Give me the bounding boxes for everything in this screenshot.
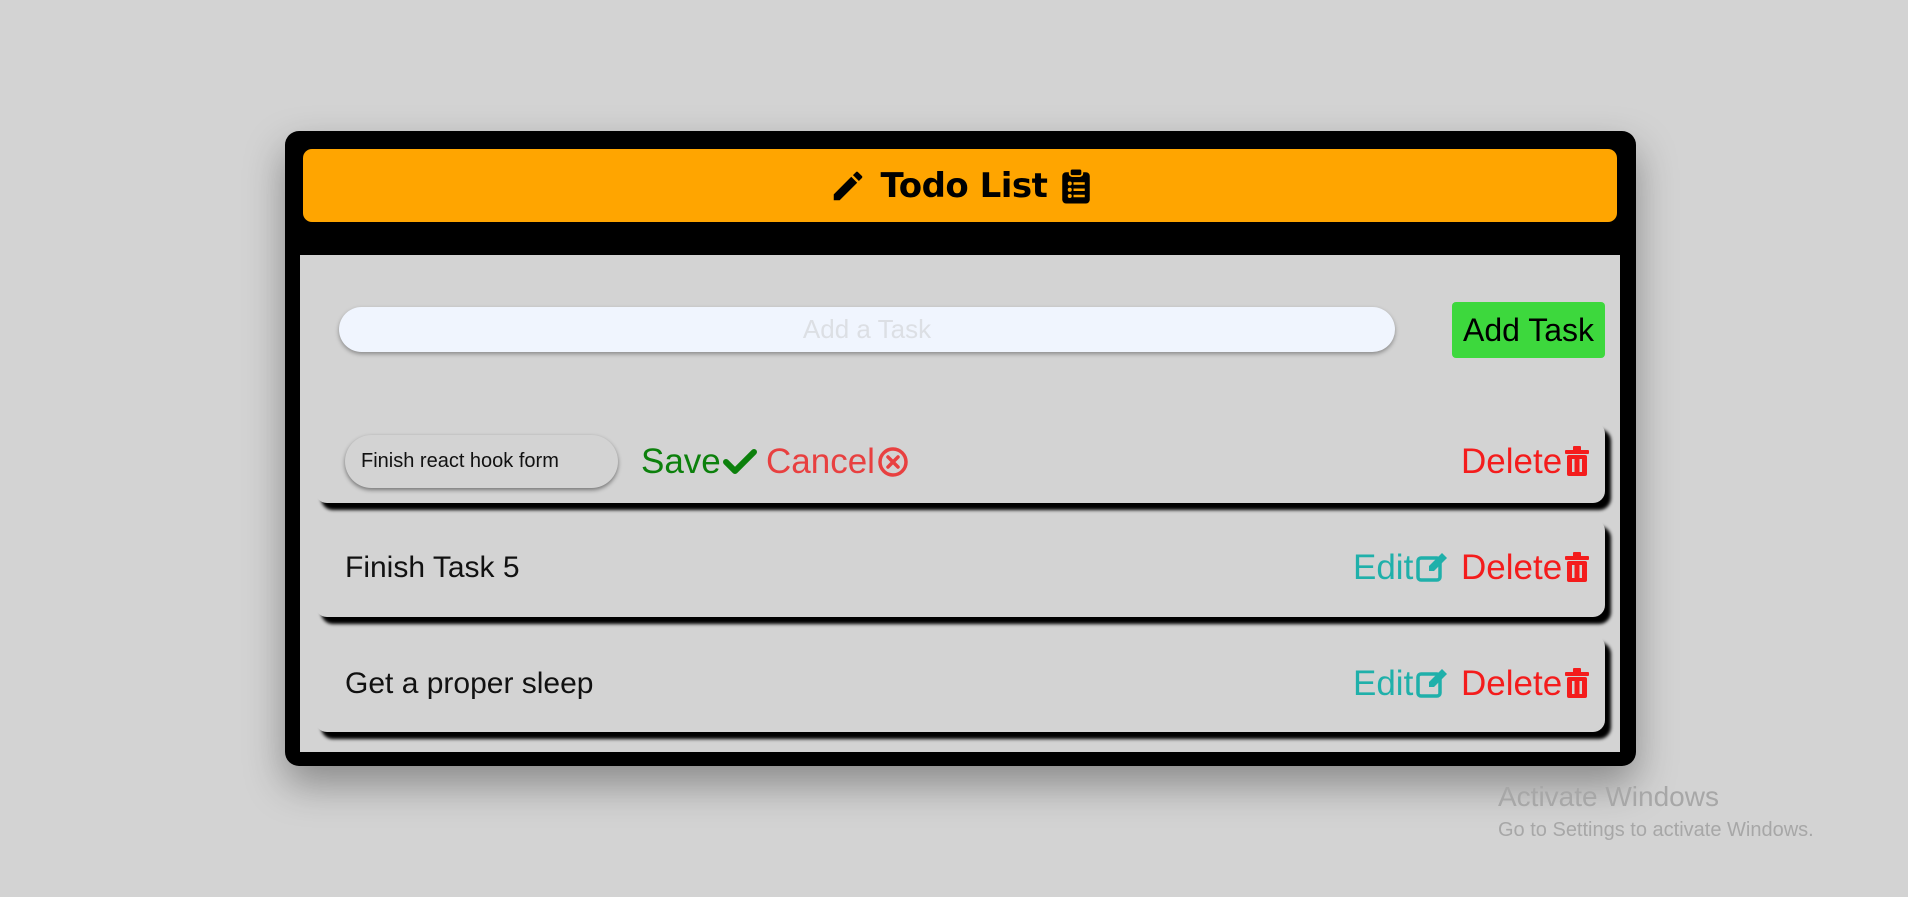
windows-activation-watermark: Activate Windows Go to Settings to activ… [1498, 781, 1814, 842]
check-icon [722, 447, 757, 477]
edit-square-icon [1415, 667, 1449, 701]
trash-icon [1564, 668, 1590, 700]
watermark-subtitle: Go to Settings to activate Windows. [1498, 819, 1814, 841]
add-task-input[interactable] [339, 307, 1395, 352]
edit-label: Edit [1353, 548, 1414, 587]
save-button[interactable]: Save [641, 442, 757, 482]
task-text: Finish Task 5 [345, 551, 520, 584]
trash-icon [1564, 446, 1590, 478]
cancel-label: Cancel [766, 442, 875, 481]
delete-label: Delete [1461, 548, 1563, 587]
delete-label: Delete [1461, 664, 1563, 703]
edit-task-input[interactable] [345, 435, 618, 488]
circle-x-icon [877, 446, 909, 478]
delete-label: Delete [1461, 442, 1563, 481]
delete-button[interactable]: Delete [1461, 442, 1590, 482]
cancel-button[interactable]: Cancel [766, 442, 909, 482]
edit-button[interactable]: Edit [1353, 548, 1449, 588]
add-task-button[interactable]: Add Task [1452, 302, 1605, 358]
app-header: Todo List [303, 149, 1617, 222]
delete-button[interactable]: Delete [1461, 664, 1590, 704]
task-row: Get a proper sleep Edit Delete [315, 635, 1605, 732]
pencil-icon [829, 167, 867, 205]
task-panel: Add Task Save Cancel Delete [300, 255, 1620, 752]
task-row: Finish Task 5 Edit Delete [315, 519, 1605, 617]
page-title: Todo List [880, 165, 1048, 206]
task-row: Save Cancel Delete [315, 422, 1605, 503]
watermark-title: Activate Windows [1498, 781, 1719, 812]
edit-label: Edit [1353, 664, 1414, 703]
edit-button[interactable]: Edit [1353, 664, 1449, 704]
save-label: Save [641, 442, 721, 481]
trash-icon [1564, 552, 1590, 584]
edit-square-icon [1415, 551, 1449, 585]
task-text: Get a proper sleep [345, 667, 594, 700]
delete-button[interactable]: Delete [1461, 548, 1590, 588]
clipboard-list-icon [1061, 167, 1091, 205]
todo-app: Todo List Add Task Save Cancel [285, 131, 1636, 766]
